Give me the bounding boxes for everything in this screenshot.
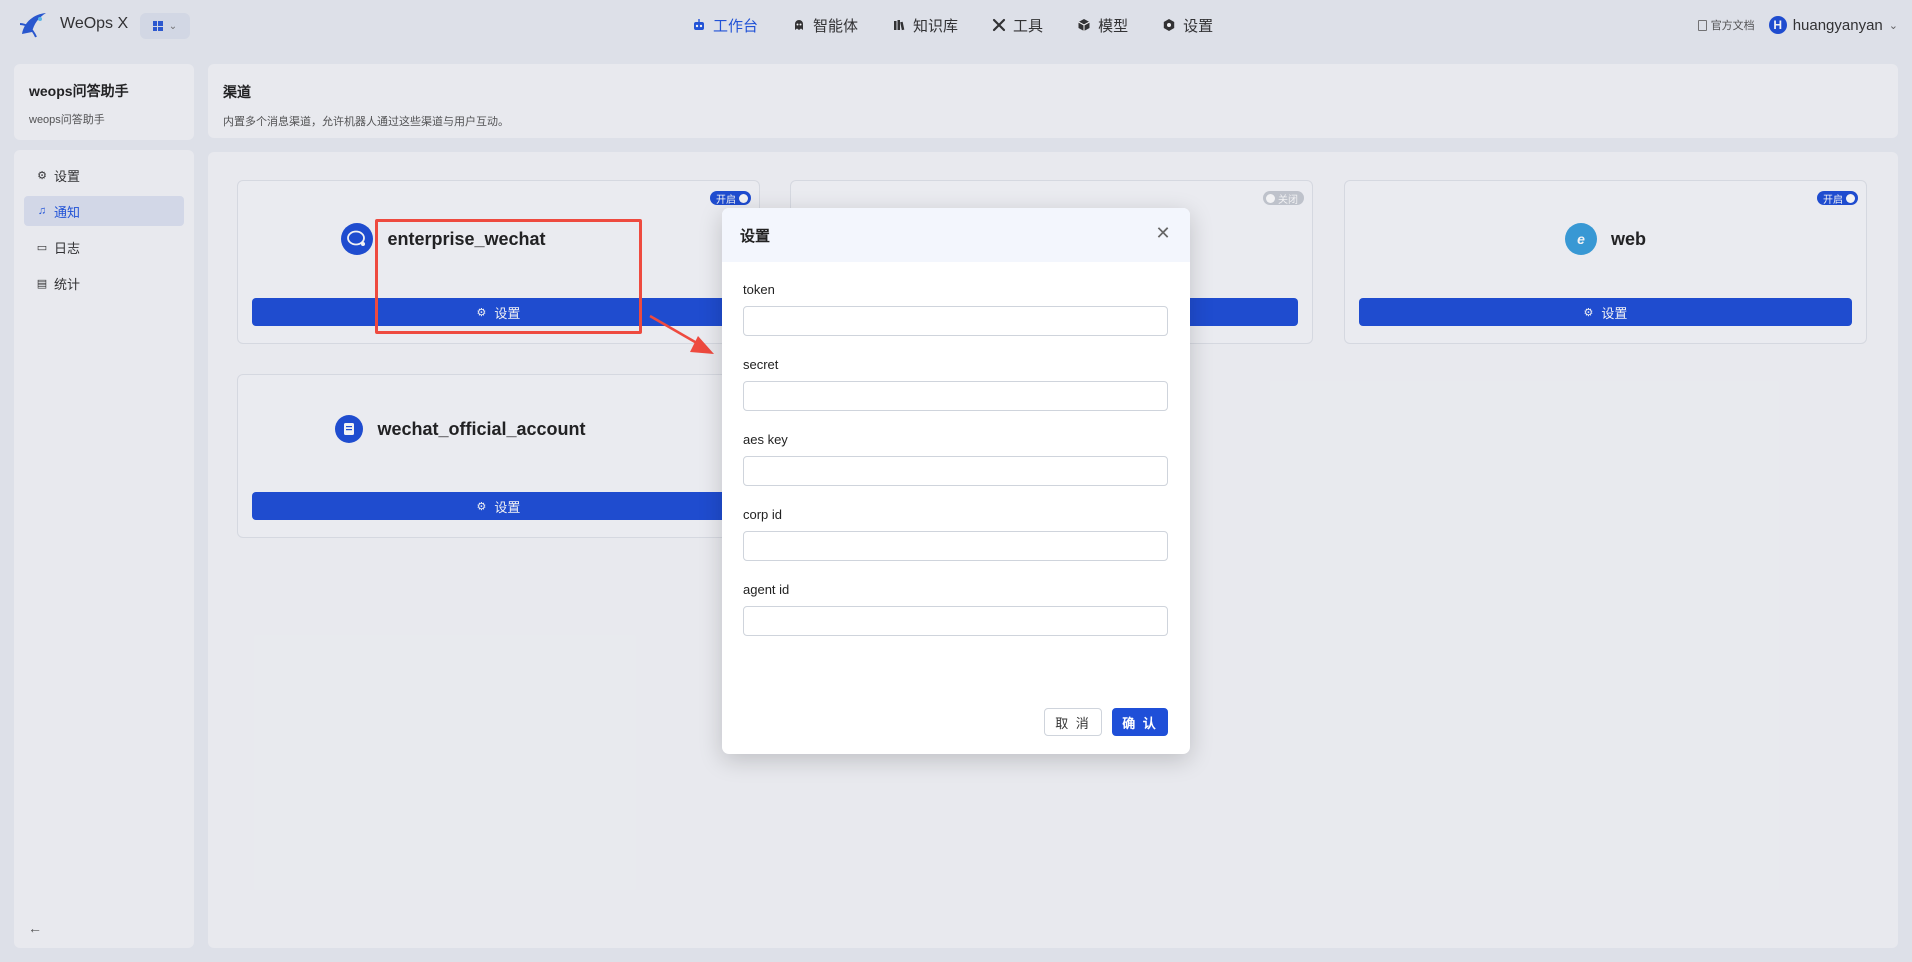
- field-label: aes key: [743, 432, 788, 447]
- aes-key-input[interactable]: [743, 456, 1168, 486]
- token-input[interactable]: [743, 306, 1168, 336]
- dialog-header: 设置 ✕: [722, 208, 1190, 262]
- cancel-button[interactable]: 取 消: [1044, 708, 1102, 736]
- dialog-title: 设置: [740, 227, 771, 245]
- dialog-form: token secret aes key corp id agent id: [722, 262, 1190, 636]
- form-field-corp-id: corp id: [743, 507, 1168, 561]
- confirm-button[interactable]: 确 认: [1112, 708, 1168, 736]
- agent-id-input[interactable]: [743, 606, 1168, 636]
- corp-id-input[interactable]: [743, 531, 1168, 561]
- form-field-aes-key: aes key: [743, 432, 1168, 486]
- annotation-arrow-icon: [649, 314, 714, 354]
- close-icon[interactable]: ✕: [1154, 224, 1172, 242]
- settings-dialog: 设置 ✕ token secret aes key corp id agent …: [722, 208, 1190, 754]
- secret-input[interactable]: [743, 381, 1168, 411]
- dialog-footer: 取 消 确 认: [1044, 708, 1168, 736]
- form-field-secret: secret: [743, 357, 1168, 411]
- field-label: corp id: [743, 507, 783, 522]
- field-label: token: [743, 282, 775, 297]
- annotation-highlight-box: [375, 219, 642, 334]
- form-field-agent-id: agent id: [743, 582, 1168, 636]
- field-label: agent id: [743, 582, 790, 597]
- field-label: secret: [743, 357, 779, 372]
- form-field-token: token: [743, 282, 1168, 336]
